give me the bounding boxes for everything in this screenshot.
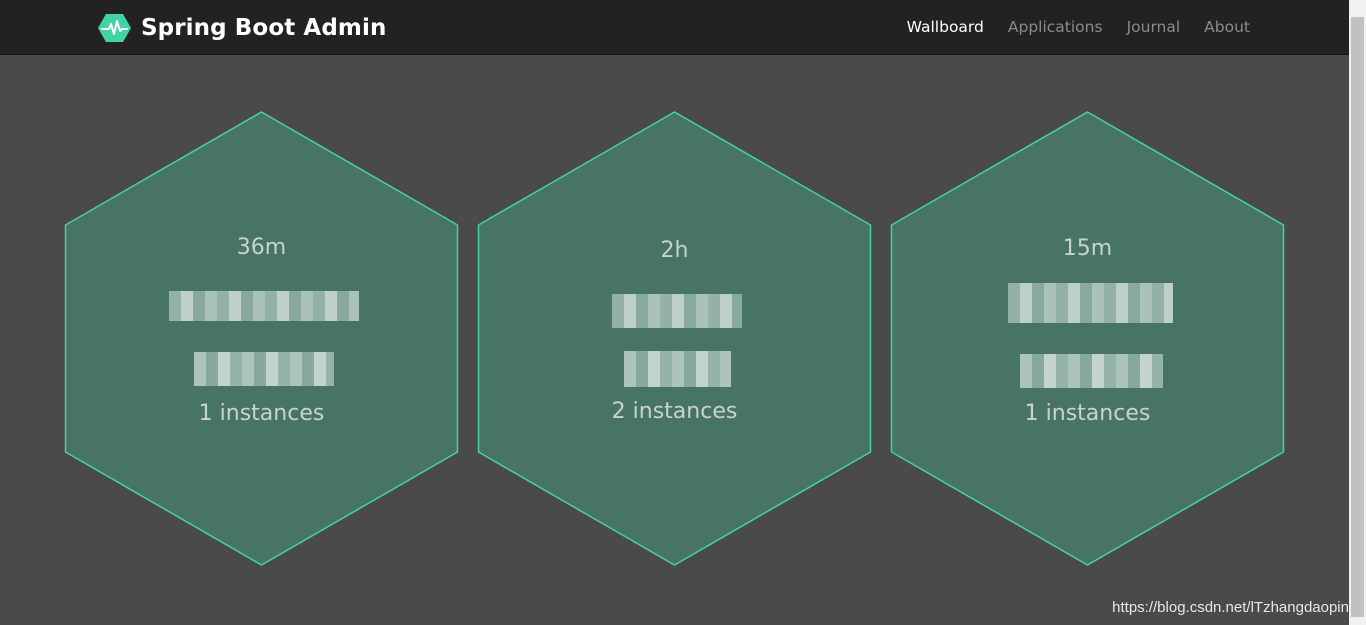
hexagon-content: 36m 1 instances	[64, 111, 459, 566]
redacted-name-block	[169, 291, 359, 321]
watermark-text: https://blog.csdn.net/lTzhangdaopin	[1112, 599, 1349, 616]
nav-journal[interactable]: Journal	[1127, 18, 1181, 36]
nav-about[interactable]: About	[1204, 18, 1250, 36]
heartbeat-hexagon-icon	[98, 14, 131, 42]
instances-count: 2 instances	[611, 399, 738, 424]
redacted-name-block	[1008, 283, 1173, 323]
redacted-name-block	[194, 352, 334, 386]
uptime-label: 2h	[660, 238, 689, 263]
nav-wallboard[interactable]: Wallboard	[907, 18, 984, 36]
hexagon-content: 2h 2 instances	[477, 111, 872, 566]
application-hexagon[interactable]: 2h 2 instances	[477, 111, 872, 566]
redacted-name-block	[612, 294, 742, 328]
redacted-name-block	[624, 351, 731, 387]
instances-count: 1 instances	[198, 401, 325, 426]
hexagon-content: 15m 1 instances	[890, 111, 1285, 566]
vertical-scrollbar[interactable]	[1349, 0, 1366, 625]
instances-count: 1 instances	[1024, 401, 1151, 426]
redacted-name-block	[1020, 354, 1163, 388]
scrollbar-thumb[interactable]	[1351, 17, 1364, 617]
application-hexagon[interactable]: 15m 1 instances	[890, 111, 1285, 566]
main-nav: Wallboard Applications Journal About	[907, 0, 1250, 54]
application-hexagon[interactable]: 36m 1 instances	[64, 111, 459, 566]
uptime-label: 15m	[1062, 236, 1113, 261]
nav-applications[interactable]: Applications	[1008, 18, 1103, 36]
uptime-label: 36m	[236, 235, 287, 260]
app-title: Spring Boot Admin	[141, 15, 387, 41]
brand[interactable]: Spring Boot Admin	[98, 12, 386, 44]
top-navbar: Spring Boot Admin Wallboard Applications…	[0, 0, 1349, 55]
wallboard: 36m 1 instances 2h 2 instances 15m 1 ins…	[0, 55, 1349, 625]
